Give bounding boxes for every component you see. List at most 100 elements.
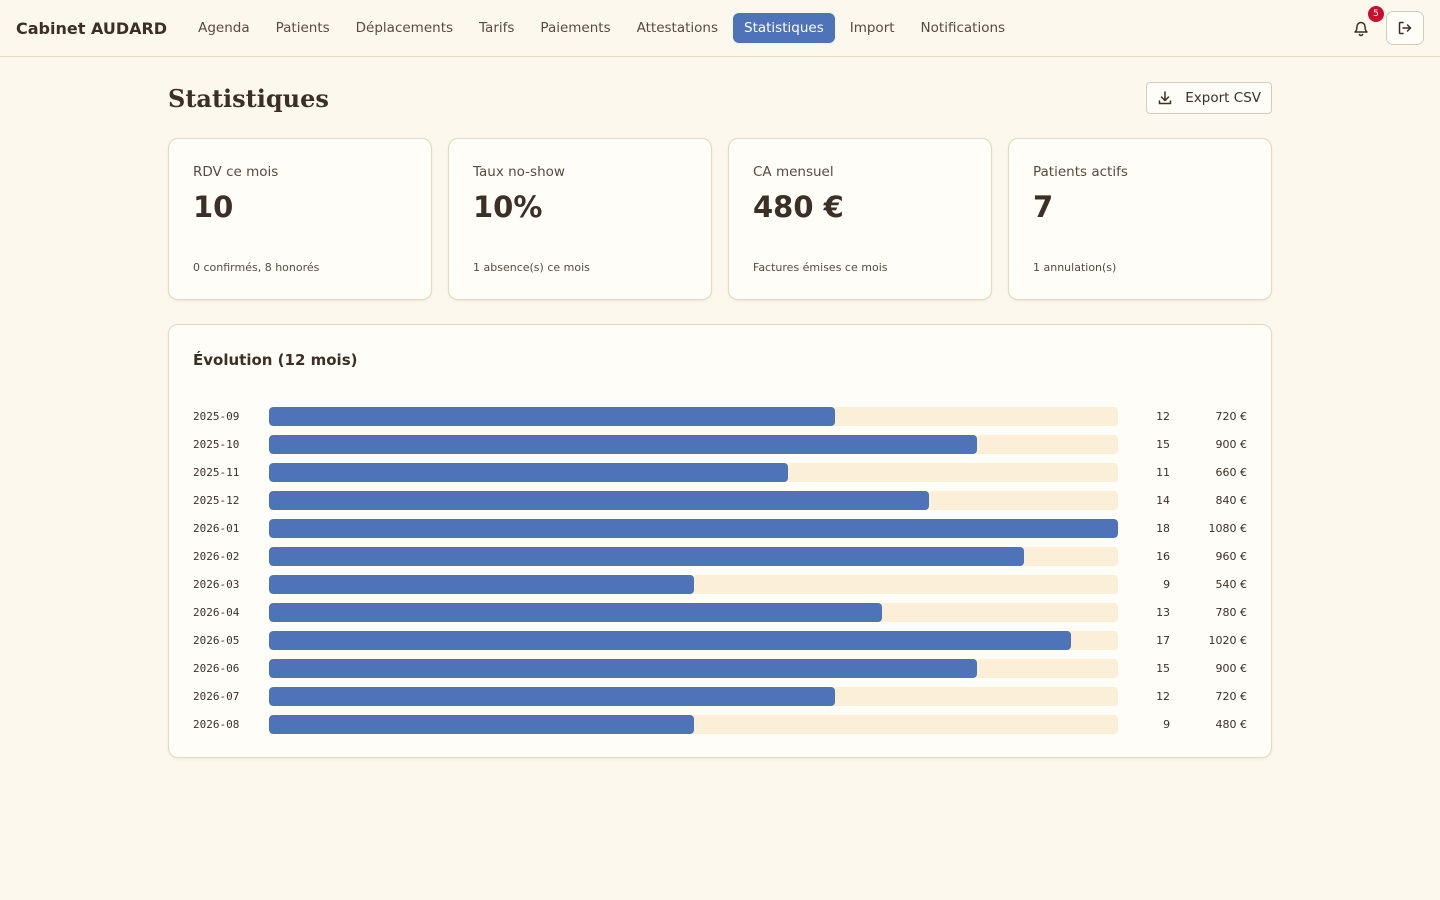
brand-name[interactable]: Cabinet AUDARD [16,19,167,38]
kpi-value: 7 [1033,190,1054,224]
chart-value-label: 11 [1156,465,1171,479]
chart-value-label: 17 [1156,633,1171,647]
chart-bar [268,658,977,678]
chart-bar [268,406,836,426]
chart-bar [268,546,1024,566]
chart-amount-label: 540 € [1215,577,1247,591]
notification-count-badge: 5 [1366,4,1386,24]
chart-bar-track [268,602,1119,622]
chart-bar-track [268,658,1119,678]
chart-title: Évolution (12 mois) [193,351,358,369]
chart-bar [268,434,977,454]
top-navbar: Cabinet AUDARD Agenda Patients Déplacement… [0,0,1440,57]
chart-bar [268,490,930,510]
nav-item-deplacements[interactable]: Déplacements [345,13,464,43]
nav-item-patients[interactable]: Patients [265,13,341,43]
nav-item-tarifs[interactable]: Tarifs [468,13,525,43]
chart-category-label: 2026-06 [193,661,240,675]
chart-amount-label: 720 € [1215,689,1247,703]
chart-bar-track [268,630,1119,650]
chart-category-label: 2026-08 [193,717,240,731]
chart-bar-track [268,406,1119,426]
download-icon [1159,91,1172,105]
chart-bar-track [268,714,1119,734]
chart-amount-label: 780 € [1215,605,1247,619]
kpi-subtext: Factures émises ce mois [753,261,888,274]
chart-value-label: 14 [1156,493,1171,507]
export-csv-label: Export CSV [1185,90,1261,106]
chart-row: 2025-09 12 720 € [193,402,1247,430]
chart-value-label: 12 [1156,409,1171,423]
kpi-value: 10 [193,190,234,224]
chart-bar-track [268,490,1119,510]
chart-amount-label: 900 € [1215,661,1247,675]
chart-row: 2026-06 15 900 € [193,654,1247,682]
chart-value-label: 13 [1156,605,1171,619]
nav-item-attestations[interactable]: Attestations [626,13,729,43]
chart-amount-label: 720 € [1215,409,1247,423]
kpi-label: Patients actifs [1033,164,1128,180]
chart-category-label: 2025-11 [193,465,240,479]
kpi-subtext: 1 annulation(s) [1033,261,1117,274]
page-title: Statistiques [168,83,329,113]
chart-bar [268,574,694,594]
chart-bar [268,630,1071,650]
chart-category-label: 2026-03 [193,577,240,591]
export-csv-button[interactable]: Export CSV [1146,82,1272,114]
chart-category-label: 2026-04 [193,605,240,619]
chart-row: 2026-05 17 1020 € [193,626,1247,654]
chart-amount-label: 1020 € [1208,633,1247,647]
kpi-card-patients-actifs: Patients actifs 7 1 annulation(s) [1008,138,1272,300]
nav-item-import[interactable]: Import [839,13,906,43]
kpi-label: CA mensuel [753,164,834,180]
chart-row: 2025-11 11 660 € [193,458,1247,486]
nav-item-paiements[interactable]: Paiements [529,13,621,43]
chart-category-label: 2025-12 [193,493,240,507]
chart-bar [268,518,1119,538]
notifications-button[interactable]: 5 [1350,4,1386,39]
chart-bar-track [268,434,1119,454]
chart-value-label: 15 [1156,661,1171,675]
chart-row: 2026-01 18 1080 € [193,514,1247,542]
evolution-chart-card: Évolution (12 mois) 2025-09 12 720 € 2025-1… [168,324,1272,758]
kpi-value: 10% [473,190,543,224]
nav-item-statistiques[interactable]: Statistiques [733,13,835,43]
chart-row: 2026-07 12 720 € [193,682,1247,710]
chart-row: 2026-04 13 780 € [193,598,1247,626]
nav-item-agenda[interactable]: Agenda [187,13,261,43]
chart-amount-label: 900 € [1215,437,1247,451]
chart-category-label: 2026-01 [193,521,240,535]
chart-amount-label: 1080 € [1208,521,1247,535]
kpi-card-rdv-ce-mois: RDV ce mois 10 0 confirmés, 8 honorés [168,138,432,300]
kpi-value: 480 € [753,190,844,224]
chart-row: 2025-10 15 900 € [193,430,1247,458]
chart-category-label: 2026-02 [193,549,240,563]
bell-icon [1354,21,1368,36]
chart-category-label: 2025-09 [193,409,240,423]
kpi-card-ca-mensuel: CA mensuel 480 € Factures émises ce mois [728,138,992,300]
kpi-cards: RDV ce mois 10 0 confirmés, 8 honorés Taux … [168,138,1272,300]
kpi-subtext: 0 confirmés, 8 honorés [193,261,320,274]
chart-row: 2026-08 9 480 € [193,710,1247,738]
chart-bar [268,602,883,622]
chart-amount-label: 960 € [1215,549,1247,563]
kpi-subtext: 1 absence(s) ce mois [473,261,590,274]
kpi-card-taux-no-show: Taux no-show 10% 1 absence(s) ce mois [448,138,712,300]
logout-icon [1398,21,1412,35]
chart-amount-label: 840 € [1215,493,1247,507]
top-right-actions: 5 [1350,4,1424,45]
chart-row: 2026-02 16 960 € [193,542,1247,570]
chart-bar-track [268,462,1119,482]
chart-amount-label: 480 € [1215,717,1247,731]
chart-value-label: 18 [1156,521,1171,535]
chart-value-label: 9 [1163,577,1171,591]
nav-item-notifications[interactable]: Notifications [910,13,1017,43]
chart-bar [268,714,694,734]
chart-bar-track [268,574,1119,594]
chart-bar [268,462,788,482]
kpi-label: RDV ce mois [193,164,279,180]
chart-bar-track [268,546,1119,566]
chart-category-label: 2026-07 [193,689,240,703]
chart-value-label: 16 [1156,549,1171,563]
logout-button[interactable] [1386,11,1424,45]
